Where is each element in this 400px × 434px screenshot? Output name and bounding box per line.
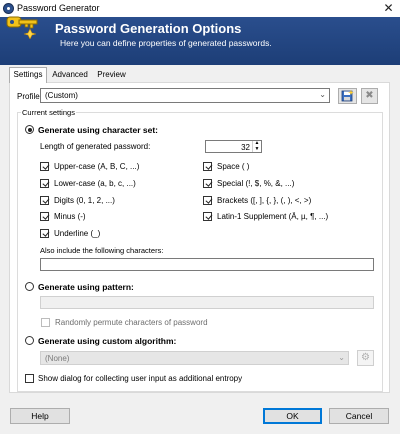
entropy-label: Show dialog for collecting user input as… xyxy=(38,374,243,383)
help-button[interactable]: Help xyxy=(10,408,70,424)
charset-radio[interactable] xyxy=(25,125,34,134)
latin1-label: Latin-1 Supplement (Ä, µ, ¶, ...) xyxy=(217,212,329,221)
permute-checkbox[interactable] xyxy=(41,318,50,327)
length-label: Length of generated password: xyxy=(40,142,151,151)
also-include-input[interactable] xyxy=(40,258,374,271)
length-value: 32 xyxy=(241,142,250,152)
algorithm-options-button[interactable]: ⚙ xyxy=(357,350,374,366)
brackets-label: Brackets ([, ], {, }, (, ), <, >) xyxy=(217,196,312,205)
close-icon[interactable]: ✕ xyxy=(381,0,396,17)
delete-icon: ✖ xyxy=(365,90,374,101)
group-title: Current settings xyxy=(21,108,76,117)
digits-label: Digits (0, 1, 2, ...) xyxy=(54,196,115,205)
algorithm-radio[interactable] xyxy=(25,336,34,345)
pattern-input[interactable] xyxy=(40,296,374,309)
profile-value: (Custom) xyxy=(45,91,78,100)
save-disk-icon xyxy=(341,90,354,102)
space-label: Space ( ) xyxy=(217,162,250,171)
profile-dropdown[interactable]: (Custom) ⌄ xyxy=(40,88,330,103)
digits-checkbox[interactable] xyxy=(40,196,49,205)
permute-label: Randomly permute characters of password xyxy=(55,318,208,327)
lowercase-checkbox[interactable] xyxy=(40,179,49,188)
brackets-checkbox[interactable] xyxy=(203,196,212,205)
cancel-button[interactable]: Cancel xyxy=(329,408,389,424)
banner-subtitle: Here you can define properties of genera… xyxy=(60,38,272,48)
profile-label: Profile: xyxy=(17,92,42,101)
uppercase-label: Upper-case (A, B, C, ...) xyxy=(54,162,140,171)
tab-preview[interactable]: Preview xyxy=(94,68,129,82)
chevron-down-icon: ⌄ xyxy=(319,90,326,99)
length-stepper[interactable]: 32 ▲ ▼ xyxy=(205,140,262,153)
algorithm-value: (None) xyxy=(45,354,70,363)
tab-settings[interactable]: Settings xyxy=(9,67,47,83)
save-profile-button[interactable] xyxy=(338,88,357,104)
space-checkbox[interactable] xyxy=(203,162,212,171)
minus-checkbox[interactable] xyxy=(40,212,49,221)
charset-radio-label: Generate using character set: xyxy=(38,125,158,135)
lowercase-label: Lower-case (a, b, c, ...) xyxy=(54,179,136,188)
pattern-radio[interactable] xyxy=(25,282,34,291)
chevron-down-icon: ⌄ xyxy=(338,353,345,362)
ok-button[interactable]: OK xyxy=(263,408,322,424)
uppercase-checkbox[interactable] xyxy=(40,162,49,171)
tab-advanced[interactable]: Advanced xyxy=(48,68,92,82)
entropy-checkbox[interactable] xyxy=(25,374,34,383)
pattern-radio-label: Generate using pattern: xyxy=(38,282,134,292)
key-sparkle-icon xyxy=(6,16,38,39)
algorithm-dropdown[interactable]: (None) ⌄ xyxy=(40,351,349,365)
special-checkbox[interactable] xyxy=(203,179,212,188)
banner-title: Password Generation Options xyxy=(55,21,242,36)
underline-checkbox[interactable] xyxy=(40,229,49,238)
minus-label: Minus (-) xyxy=(54,212,86,221)
special-label: Special (!, $, %, &, ...) xyxy=(217,179,295,188)
underline-label: Underline (_) xyxy=(54,229,101,238)
spin-down-icon[interactable]: ▼ xyxy=(252,146,261,152)
also-include-label: Also include the following characters: xyxy=(40,246,164,255)
gear-icon: ⚙ xyxy=(361,352,370,363)
latin1-checkbox[interactable] xyxy=(203,212,212,221)
delete-profile-button[interactable]: ✖ xyxy=(361,88,378,104)
algorithm-radio-label: Generate using custom algorithm: xyxy=(38,336,177,346)
